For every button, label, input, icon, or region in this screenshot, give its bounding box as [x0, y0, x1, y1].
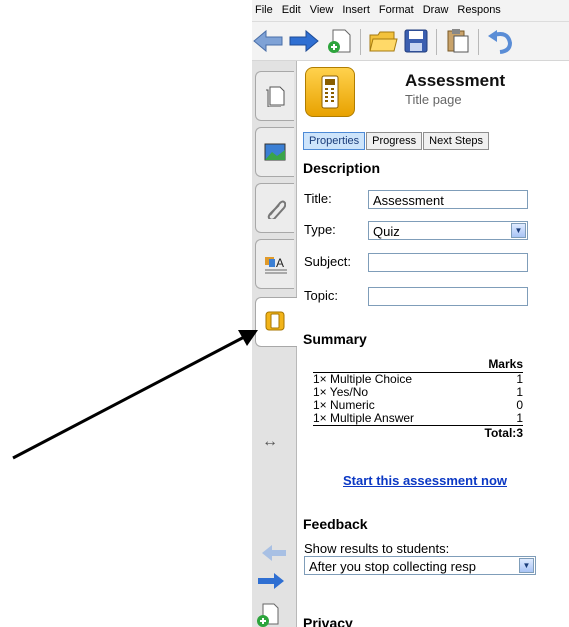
properties-panel: Assessment Title page Properties Progres… — [297, 61, 569, 627]
application-window: File Edit View Insert Format Draw Respons — [252, 0, 569, 627]
side-forward-arrow-icon[interactable] — [256, 571, 286, 591]
assessment-tab[interactable] — [255, 297, 298, 347]
type-select[interactable]: Quiz ▼ — [368, 221, 528, 240]
gallery-picture-icon — [264, 143, 286, 161]
menu-bar: File Edit View Insert Format Draw Respons — [252, 0, 569, 22]
properties-icon: A — [265, 256, 287, 274]
tab-next-steps[interactable]: Next Steps — [423, 132, 489, 150]
show-results-select[interactable]: After you stop collecting resp ▼ — [304, 556, 536, 575]
undo-icon[interactable] — [486, 27, 514, 55]
show-results-value: After you stop collecting resp — [309, 559, 476, 574]
table-row: 1× Multiple Answer 1 — [313, 412, 523, 425]
menu-insert[interactable]: Insert — [342, 0, 370, 21]
feedback-heading: Feedback — [303, 516, 368, 532]
topic-label: Topic: — [304, 288, 338, 303]
assessment-icon — [305, 67, 355, 117]
subject-label: Subject: — [304, 254, 351, 269]
menu-view[interactable]: View — [310, 0, 334, 21]
pages-tab[interactable] — [255, 71, 294, 121]
question-marks: 1 — [516, 411, 523, 425]
start-assessment-link[interactable]: Start this assessment now — [343, 473, 507, 488]
total-value: Total:3 — [484, 426, 523, 440]
topic-input[interactable] — [368, 287, 528, 306]
new-page-icon[interactable] — [326, 27, 354, 55]
title-input[interactable]: Assessment — [368, 190, 528, 209]
subject-input[interactable] — [368, 253, 528, 272]
show-results-label: Show results to students: — [304, 541, 450, 556]
paste-icon[interactable] — [444, 27, 472, 55]
panel-tabs: Properties Progress Next Steps — [303, 132, 490, 150]
side-back-arrow-icon[interactable] — [260, 543, 288, 563]
menu-response[interactable]: Respons — [457, 0, 500, 21]
toolbar — [252, 22, 569, 61]
type-selected-value: Quiz — [373, 224, 400, 239]
menu-file[interactable]: File — [255, 0, 273, 21]
gallery-tab[interactable] — [255, 127, 294, 177]
side-new-page-icon[interactable] — [256, 602, 282, 627]
total-row: Total:3 — [313, 425, 523, 441]
tab-properties[interactable]: Properties — [303, 132, 366, 150]
marks-column-header: Marks — [313, 357, 523, 373]
save-icon[interactable] — [402, 27, 430, 55]
page-sorter-icon — [266, 86, 285, 107]
back-arrow-icon[interactable] — [252, 27, 284, 55]
description-heading: Description — [303, 160, 381, 176]
forward-arrow-icon[interactable] — [288, 27, 320, 55]
tab-progress[interactable]: Progress — [366, 132, 423, 150]
svg-text:A: A — [276, 256, 284, 270]
properties-tab[interactable]: A — [255, 239, 294, 289]
menu-draw[interactable]: Draw — [423, 0, 449, 21]
panel-resize-icon[interactable]: ↔ — [262, 433, 278, 451]
chevron-down-icon[interactable]: ▼ — [511, 223, 526, 238]
open-folder-icon[interactable] — [368, 27, 398, 55]
privacy-heading: Privacy — [303, 615, 353, 627]
attachments-tab[interactable] — [255, 183, 294, 233]
paperclip-icon — [267, 200, 286, 219]
menu-edit[interactable]: Edit — [282, 0, 301, 21]
summary-table: Marks 1× Multiple Choice 1 1× Yes/No 1 1… — [313, 357, 523, 441]
title-label: Title: — [304, 191, 332, 206]
page-subtitle: Title page — [405, 92, 462, 107]
summary-heading: Summary — [303, 331, 367, 347]
type-label: Type: — [304, 222, 336, 237]
page-title: Assessment — [405, 71, 506, 90]
question-type: 1× Multiple Answer — [313, 411, 415, 425]
chevron-down-icon[interactable]: ▼ — [519, 558, 534, 573]
assessment-clicker-icon — [265, 311, 285, 331]
side-tab-strip: A ↔ — [252, 61, 298, 627]
menu-format[interactable]: Format — [379, 0, 414, 21]
